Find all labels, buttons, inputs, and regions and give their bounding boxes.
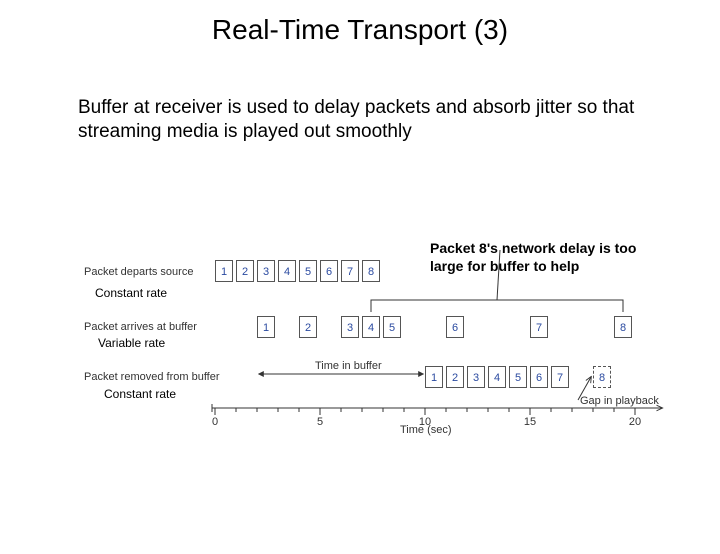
packet-departs-5: 5 [299,260,317,282]
packet-removed-7: 7 [551,366,569,388]
packet-departs-7: 7 [341,260,359,282]
packet-departs-3: 3 [257,260,275,282]
packet-arrives-4: 4 [362,316,380,338]
packet-arrives-5: 5 [383,316,401,338]
packet-arrives-1: 1 [257,316,275,338]
diagram-svg [90,248,675,448]
packet-departs-2: 2 [236,260,254,282]
tick-20: 20 [625,416,645,428]
page-title: Real-Time Transport (3) [0,14,720,46]
packet-departs-8: 8 [362,260,380,282]
packet-removed-8: 8 [593,366,611,388]
row-label-departs: Packet departs source [84,266,204,278]
packet-removed-1: 1 [425,366,443,388]
tick-0: 0 [205,416,225,428]
packet-departs-6: 6 [320,260,338,282]
packet-arrives-8: 8 [614,316,632,338]
packet-arrives-2: 2 [299,316,317,338]
tick-5: 5 [310,416,330,428]
packet-arrives-6: 6 [446,316,464,338]
packet-departs-4: 4 [278,260,296,282]
time-in-buffer-label: Time in buffer [315,360,382,372]
packet-arrives-7: 7 [530,316,548,338]
row-label-arrives: Packet arrives at buffer [84,321,204,333]
packet-removed-6: 6 [530,366,548,388]
gap-label: Gap in playback [580,395,659,407]
packet-removed-3: 3 [467,366,485,388]
packet-removed-2: 2 [446,366,464,388]
tick-15: 15 [520,416,540,428]
timing-diagram: Packet departs source Packet arrives at … [90,248,675,448]
subtitle-text: Buffer at receiver is used to delay pack… [78,96,650,144]
packet-departs-1: 1 [215,260,233,282]
row-label-removed: Packet removed from buffer [84,371,224,383]
packet-removed-5: 5 [509,366,527,388]
packet-arrives-3: 3 [341,316,359,338]
tick-10: 10 [415,416,435,428]
packet-removed-4: 4 [488,366,506,388]
